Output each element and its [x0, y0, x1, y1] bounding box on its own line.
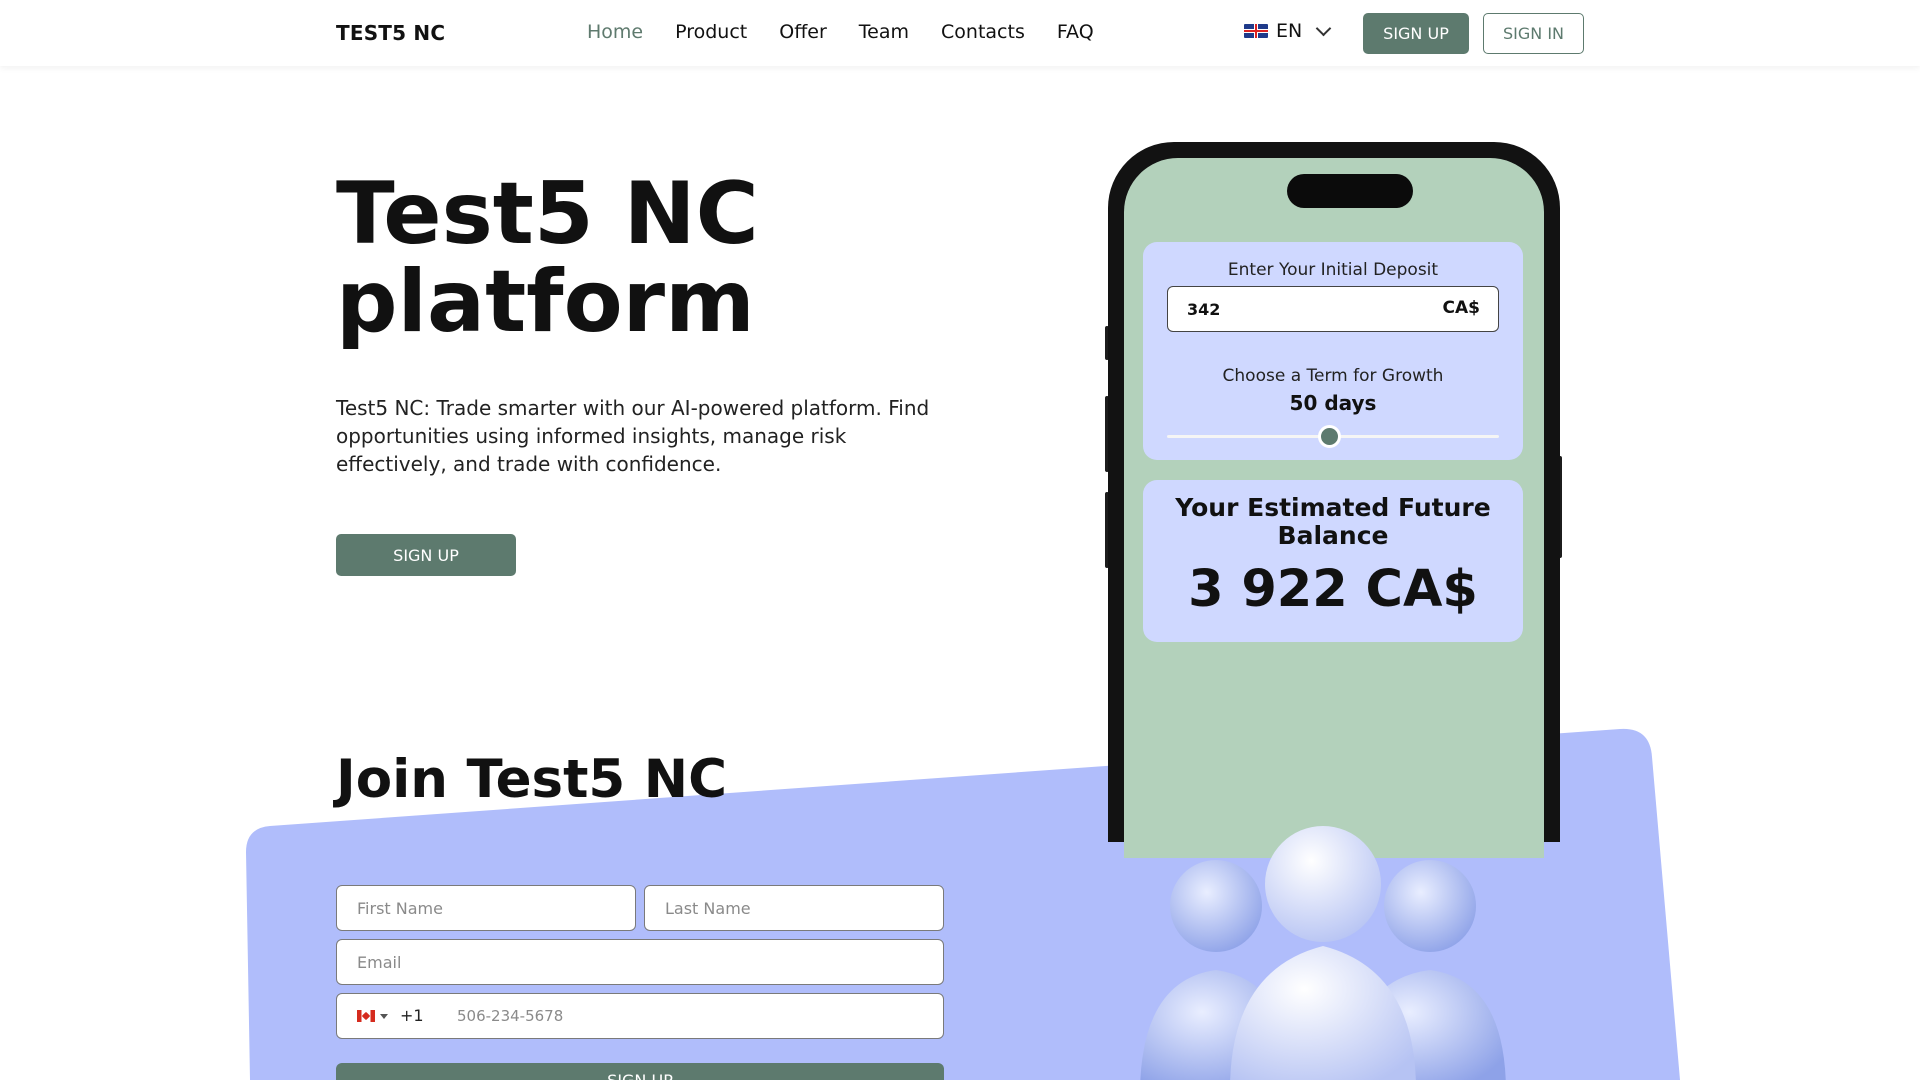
header-signin-button[interactable]: SIGN IN: [1483, 13, 1584, 54]
estimated-balance-title: Your Estimated Future Balance: [1175, 493, 1491, 550]
deposit-currency: CA$: [1442, 298, 1480, 318]
hero-signup-button[interactable]: SIGN UP: [336, 534, 516, 576]
join-section-title: Join Test5 NC: [336, 749, 728, 810]
email-input[interactable]: Email: [336, 939, 944, 985]
nav-offer[interactable]: Offer: [779, 21, 827, 43]
phone-placeholder: 506-234-5678: [457, 1007, 564, 1025]
language-code: EN: [1276, 20, 1303, 42]
hero-title: Test5 NC platform: [336, 170, 759, 346]
term-slider[interactable]: [1167, 425, 1499, 448]
join-section-background: [246, 728, 1680, 1080]
header-signup-button[interactable]: SIGN UP: [1363, 13, 1469, 54]
hero-description: Test5 NC: Trade smarter with our AI-powe…: [336, 396, 930, 476]
phone-mockup: Enter Your Initial Deposit 342 CA$ Choos…: [1108, 142, 1560, 858]
nav-faq[interactable]: FAQ: [1057, 21, 1094, 43]
top-navigation-bar: TEST5 NC Home Product Offer Team Contact…: [0, 0, 1920, 66]
dial-code: +1: [400, 1006, 424, 1025]
phone-input[interactable]: +1 506-234-5678: [336, 993, 944, 1039]
term-slider-thumb[interactable]: [1318, 425, 1342, 448]
phone-screen: Enter Your Initial Deposit 342 CA$ Choos…: [1124, 158, 1544, 858]
nav-product[interactable]: Product: [675, 21, 747, 43]
first-name-input[interactable]: First Name: [336, 885, 636, 931]
people-group-illustration: [1140, 826, 1506, 1080]
nav-contacts[interactable]: Contacts: [941, 21, 1025, 43]
country-dropdown-caret-icon[interactable]: [380, 1014, 388, 1019]
phone-notch: [1287, 174, 1413, 208]
site-logo[interactable]: TEST5 NC: [336, 21, 445, 45]
deposit-label: Enter Your Initial Deposit: [1227, 260, 1439, 280]
uk-flag-icon: [1244, 24, 1268, 38]
term-label: Choose a Term for Growth: [1222, 366, 1444, 386]
term-value: 50 days: [1289, 391, 1377, 415]
join-signup-button[interactable]: SIGN UP: [336, 1063, 944, 1080]
hero-title-line2: platform: [336, 252, 755, 352]
last-name-input[interactable]: Last Name: [644, 885, 944, 931]
deposit-value: 342: [1187, 300, 1221, 319]
hero-title-line1: Test5 NC: [336, 164, 759, 264]
chevron-down-icon: [1315, 20, 1332, 36]
deposit-input[interactable]: 342 CA$: [1167, 286, 1499, 332]
nav-home[interactable]: Home: [587, 21, 643, 43]
estimated-balance-amount: 3 922 CA$: [1188, 560, 1478, 619]
canada-flag-icon[interactable]: [357, 1010, 375, 1022]
language-selector[interactable]: EN: [1244, 20, 1332, 42]
estimated-balance-card: Your Estimated Future Balance 3 922 CA$: [1143, 480, 1523, 642]
main-nav: Home Product Offer Team Contacts FAQ: [587, 21, 1126, 43]
deposit-calculator-card: Enter Your Initial Deposit 342 CA$ Choos…: [1143, 242, 1523, 460]
nav-team[interactable]: Team: [859, 21, 909, 43]
